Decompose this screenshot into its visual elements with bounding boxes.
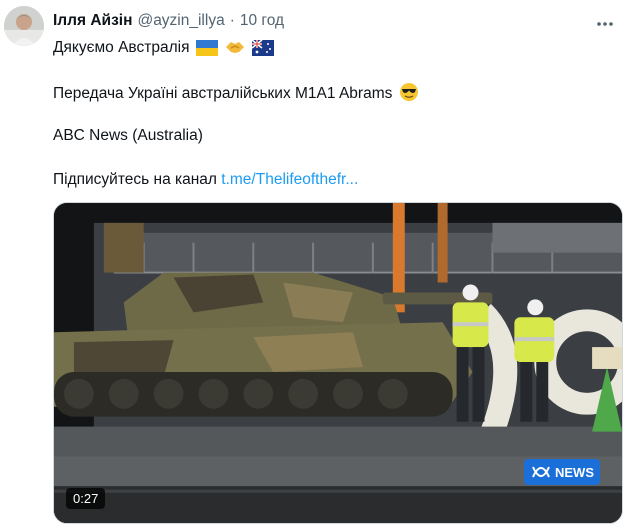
tweet-text-line-3: ABC News (Australia) bbox=[53, 126, 203, 146]
tweet[interactable]: Ілля Айзін @ayzin_illya · 10 год Дякуємо… bbox=[0, 0, 627, 531]
abc-news-badge: NEWS bbox=[524, 459, 600, 485]
ukraine-flag-icon bbox=[195, 40, 218, 62]
source-text: ABC News (Australia) bbox=[53, 127, 203, 144]
handshake-icon bbox=[224, 38, 246, 62]
subscribe-text: Підписуйтесь на канал bbox=[53, 171, 217, 188]
abc-news-label: NEWS bbox=[555, 464, 594, 480]
author-handle[interactable]: @ayzin_illya bbox=[137, 12, 224, 30]
tweet-time[interactable]: 10 год bbox=[240, 12, 284, 30]
thanks-text: Дякуємо Австралія bbox=[53, 39, 190, 56]
transfer-text: Передача Україні австралійських M1A1 Abr… bbox=[53, 85, 393, 102]
separator-dot: · bbox=[229, 12, 235, 29]
tweet-text-line-4: Підписуйтесь на канал t.me/Thelifeofthef… bbox=[53, 170, 358, 190]
avatar-image bbox=[4, 6, 44, 46]
video-player[interactable]: 0:27 NEWS bbox=[53, 202, 623, 524]
tweet-text-line-2: Передача Україні австралійських M1A1 Abr… bbox=[53, 82, 419, 108]
sunglasses-emoji-icon bbox=[399, 82, 419, 108]
author-name[interactable]: Ілля Айзін bbox=[53, 12, 132, 30]
tweet-text-line-1: Дякуємо Австралія bbox=[53, 38, 275, 62]
abc-logo-icon bbox=[532, 466, 550, 478]
avatar[interactable] bbox=[4, 6, 44, 46]
tweet-header: Ілля Айзін @ayzin_illya · 10 год bbox=[53, 12, 284, 30]
video-duration: 0:27 bbox=[66, 488, 106, 509]
australia-flag-icon bbox=[251, 39, 275, 62]
telegram-link[interactable]: t.me/Thelifeofthefr... bbox=[221, 171, 358, 188]
more-horizontal-icon[interactable] bbox=[595, 14, 615, 34]
